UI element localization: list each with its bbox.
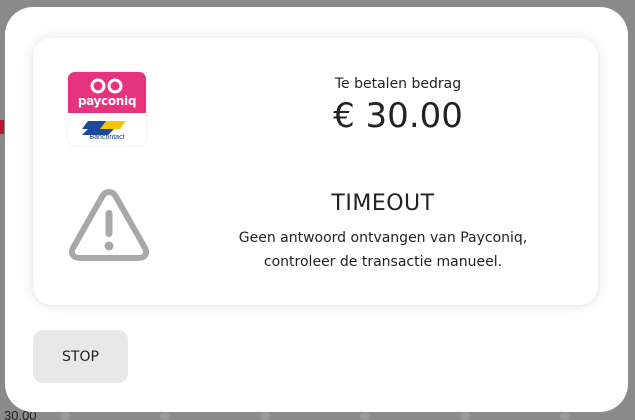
payconiq-wordmark: payconiq — [77, 94, 137, 108]
bancontact-logo: Bancontact — [68, 113, 146, 146]
stop-button[interactable]: STOP — [33, 330, 128, 383]
status-message-line: Geen antwoord ontvangen van Payconiq, — [238, 230, 528, 246]
warning-triangle-icon — [68, 189, 150, 261]
background-dot — [560, 412, 570, 420]
status-message: Geen antwoord ontvangen van Payconiq, co… — [213, 226, 553, 274]
payment-status-card: payconiq Bancontact Te betalen bedrag € … — [33, 38, 598, 305]
background-dot — [60, 412, 70, 420]
background-dot — [360, 412, 370, 420]
status-title: TIMEOUT — [331, 191, 435, 216]
payconiq-logo-top: payconiq — [68, 72, 146, 113]
status-message-line: controleer de transactie manueel. — [263, 254, 503, 270]
background-marker — [0, 120, 4, 134]
background-dot — [160, 412, 170, 420]
background-dot — [260, 412, 270, 420]
background-row — [60, 412, 620, 420]
background-dot — [460, 412, 470, 420]
payconiq-logo: payconiq Bancontact — [68, 72, 146, 146]
amount-value: € 30.00 — [333, 96, 463, 136]
bancontact-wordmark: Bancontact — [89, 134, 125, 141]
amount-label: Te betalen bedrag — [334, 76, 462, 92]
bancontact-icon — [82, 121, 126, 135]
payment-dialog: payconiq Bancontact Te betalen bedrag € … — [5, 7, 628, 412]
